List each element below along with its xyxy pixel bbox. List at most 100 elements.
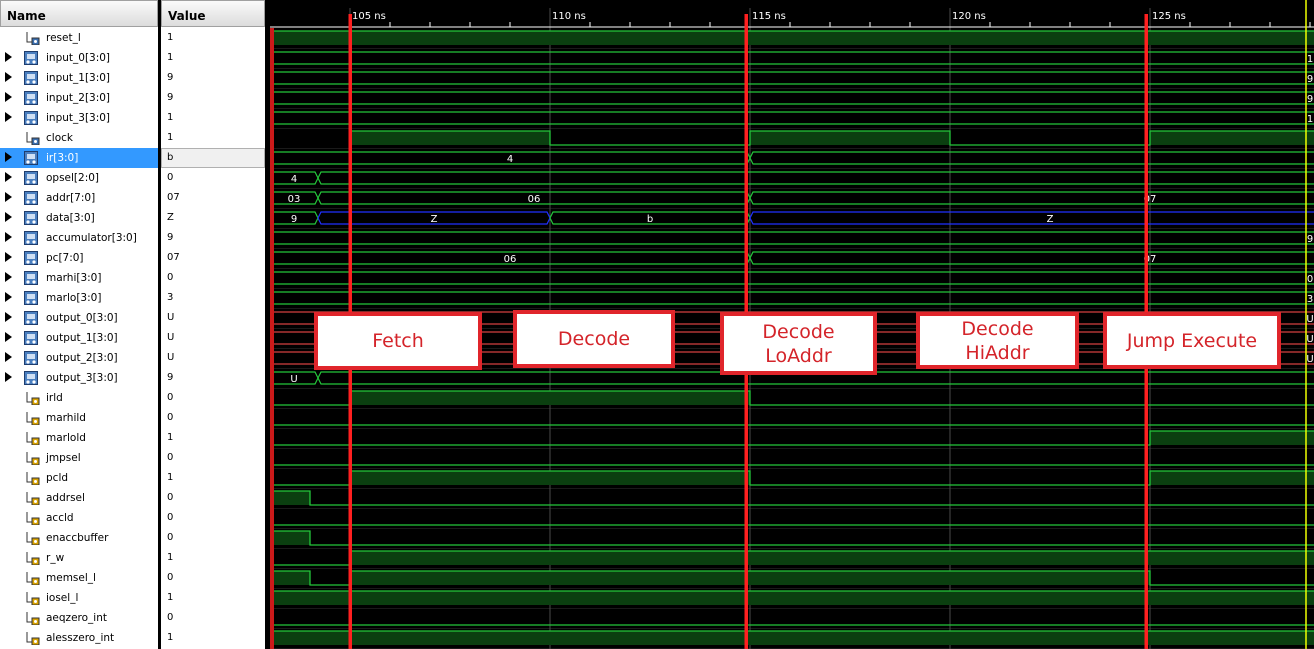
- signal-row-pc[interactable]: pc[7:0]: [0, 248, 158, 268]
- signal-value-clock[interactable]: 1: [161, 128, 265, 148]
- bit-signal-icon: [26, 391, 40, 406]
- signal-value-irld[interactable]: 0: [161, 388, 265, 408]
- signal-value-ir[interactable]: b: [161, 148, 265, 168]
- bit-wave: [270, 490, 1314, 506]
- signal-row-aeqzero-int[interactable]: aeqzero_int: [0, 608, 158, 628]
- signal-value-output-3[interactable]: 9: [161, 368, 265, 388]
- expand-arrow-icon[interactable]: [5, 192, 12, 202]
- signal-value-input-2[interactable]: 9: [161, 88, 265, 108]
- signal-row-iosel-l[interactable]: iosel_l: [0, 588, 158, 608]
- signal-row-output-2[interactable]: output_2[3:0]: [0, 348, 158, 368]
- signal-value-memsel-l[interactable]: 0: [161, 568, 265, 588]
- signal-row-addrsel[interactable]: addrsel: [0, 488, 158, 508]
- signal-row-addr[interactable]: addr[7:0]: [0, 188, 158, 208]
- waveform-area[interactable]: 105 ns110 ns115 ns120 ns125 ns130 ns135 …: [270, 0, 1314, 649]
- signal-value-text: 1: [167, 32, 174, 43]
- signal-value-r-w[interactable]: 1: [161, 548, 265, 568]
- signal-value-addrsel[interactable]: 0: [161, 488, 265, 508]
- signal-value-marhi[interactable]: 0: [161, 268, 265, 288]
- bit-high-fill: [1150, 471, 1314, 485]
- signal-name: output_3[3:0]: [46, 372, 118, 384]
- signal-value-marlold[interactable]: 1: [161, 428, 265, 448]
- signal-value-aeqzero-int[interactable]: 0: [161, 608, 265, 628]
- signal-row-pcld[interactable]: pcld: [0, 468, 158, 488]
- signal-row-opsel[interactable]: opsel[2:0]: [0, 168, 158, 188]
- signal-row-marhi[interactable]: marhi[3:0]: [0, 268, 158, 288]
- signal-row-enaccbuffer[interactable]: enaccbuffer: [0, 528, 158, 548]
- signal-row-accld[interactable]: accld: [0, 508, 158, 528]
- bit-high-fill: [270, 31, 1314, 45]
- expand-arrow-icon[interactable]: [5, 352, 12, 362]
- bus-value-label: 06: [528, 194, 541, 205]
- expand-arrow-icon[interactable]: [5, 152, 12, 162]
- expand-arrow-icon[interactable]: [5, 272, 12, 282]
- bus-value-label: 4: [291, 174, 297, 185]
- signal-value-text: 0: [167, 612, 174, 623]
- signal-value-data[interactable]: Z: [161, 208, 265, 228]
- signal-value-output-2[interactable]: U: [161, 348, 265, 368]
- signal-row-data[interactable]: data[3:0]: [0, 208, 158, 228]
- expand-arrow-icon[interactable]: [5, 52, 12, 62]
- signal-row-marhild[interactable]: marhild: [0, 408, 158, 428]
- signal-value-enaccbuffer[interactable]: 0: [161, 528, 265, 548]
- signal-value-text: 07: [167, 252, 180, 263]
- signal-row-jmpsel[interactable]: jmpsel: [0, 448, 158, 468]
- signal-value-opsel[interactable]: 0: [161, 168, 265, 188]
- expand-arrow-icon[interactable]: [5, 92, 12, 102]
- signal-row-alesszero-int[interactable]: alesszero_int: [0, 628, 158, 648]
- bit-high-fill: [350, 551, 1314, 565]
- signal-row-marlo[interactable]: marlo[3:0]: [0, 288, 158, 308]
- expand-arrow-icon[interactable]: [5, 332, 12, 342]
- signal-value-marlo[interactable]: 3: [161, 288, 265, 308]
- signal-row-marlold[interactable]: marlold: [0, 428, 158, 448]
- signal-row-output-1[interactable]: output_1[3:0]: [0, 328, 158, 348]
- signal-row-memsel-l[interactable]: memsel_l: [0, 568, 158, 588]
- signal-row-input-1[interactable]: input_1[3:0]: [0, 68, 158, 88]
- bus-value-label: 9: [291, 214, 297, 225]
- signal-value-text: U: [167, 352, 175, 363]
- expand-arrow-icon[interactable]: [5, 72, 12, 82]
- expand-arrow-icon[interactable]: [5, 252, 12, 262]
- signal-row-ir[interactable]: ir[3:0]: [0, 148, 158, 168]
- expand-arrow-icon[interactable]: [5, 212, 12, 222]
- signal-value-pcld[interactable]: 1: [161, 468, 265, 488]
- expand-arrow-icon[interactable]: [5, 312, 12, 322]
- signal-value-reset-l[interactable]: 1: [161, 28, 265, 48]
- expand-arrow-icon[interactable]: [5, 172, 12, 182]
- signal-row-r-w[interactable]: r_w: [0, 548, 158, 568]
- signal-value-pc[interactable]: 07: [161, 248, 265, 268]
- bit-high-fill: [350, 131, 550, 145]
- signal-value-addr[interactable]: 07: [161, 188, 265, 208]
- signal-row-irld[interactable]: irld: [0, 388, 158, 408]
- signal-row-accumulator[interactable]: accumulator[3:0]: [0, 228, 158, 248]
- signal-value-iosel-l[interactable]: 1: [161, 588, 265, 608]
- signal-row-input-2[interactable]: input_2[3:0]: [0, 88, 158, 108]
- signal-value-text: 07: [167, 192, 180, 203]
- signal-value-accumulator[interactable]: 9: [161, 228, 265, 248]
- signal-value-output-0[interactable]: U: [161, 308, 265, 328]
- signal-value-text: 0: [167, 492, 174, 503]
- expand-arrow-icon[interactable]: [5, 372, 12, 382]
- expand-arrow-icon[interactable]: [5, 232, 12, 242]
- bit-signal-icon: [26, 451, 40, 466]
- signal-value-output-1[interactable]: U: [161, 328, 265, 348]
- signal-row-clock[interactable]: clock: [0, 128, 158, 148]
- bus-segment: [749, 251, 1314, 265]
- signal-value-jmpsel[interactable]: 0: [161, 448, 265, 468]
- signal-value-alesszero-int[interactable]: 1: [161, 628, 265, 648]
- signal-value-input-0[interactable]: 1: [161, 48, 265, 68]
- signal-value-input-1[interactable]: 9: [161, 68, 265, 88]
- value-column-header[interactable]: Value: [161, 0, 265, 27]
- expand-arrow-icon[interactable]: [5, 112, 12, 122]
- signal-row-output-3[interactable]: output_3[3:0]: [0, 368, 158, 388]
- signal-row-input-3[interactable]: input_3[3:0]: [0, 108, 158, 128]
- signal-row-output-0[interactable]: output_0[3:0]: [0, 308, 158, 328]
- signal-value-input-3[interactable]: 1: [161, 108, 265, 128]
- signal-value-accld[interactable]: 0: [161, 508, 265, 528]
- signal-row-input-0[interactable]: input_0[3:0]: [0, 48, 158, 68]
- signal-name: clock: [46, 132, 73, 144]
- expand-arrow-icon[interactable]: [5, 292, 12, 302]
- signal-row-reset-l[interactable]: reset_l: [0, 28, 158, 48]
- name-column-header[interactable]: Name: [0, 0, 158, 27]
- signal-value-marhild[interactable]: 0: [161, 408, 265, 428]
